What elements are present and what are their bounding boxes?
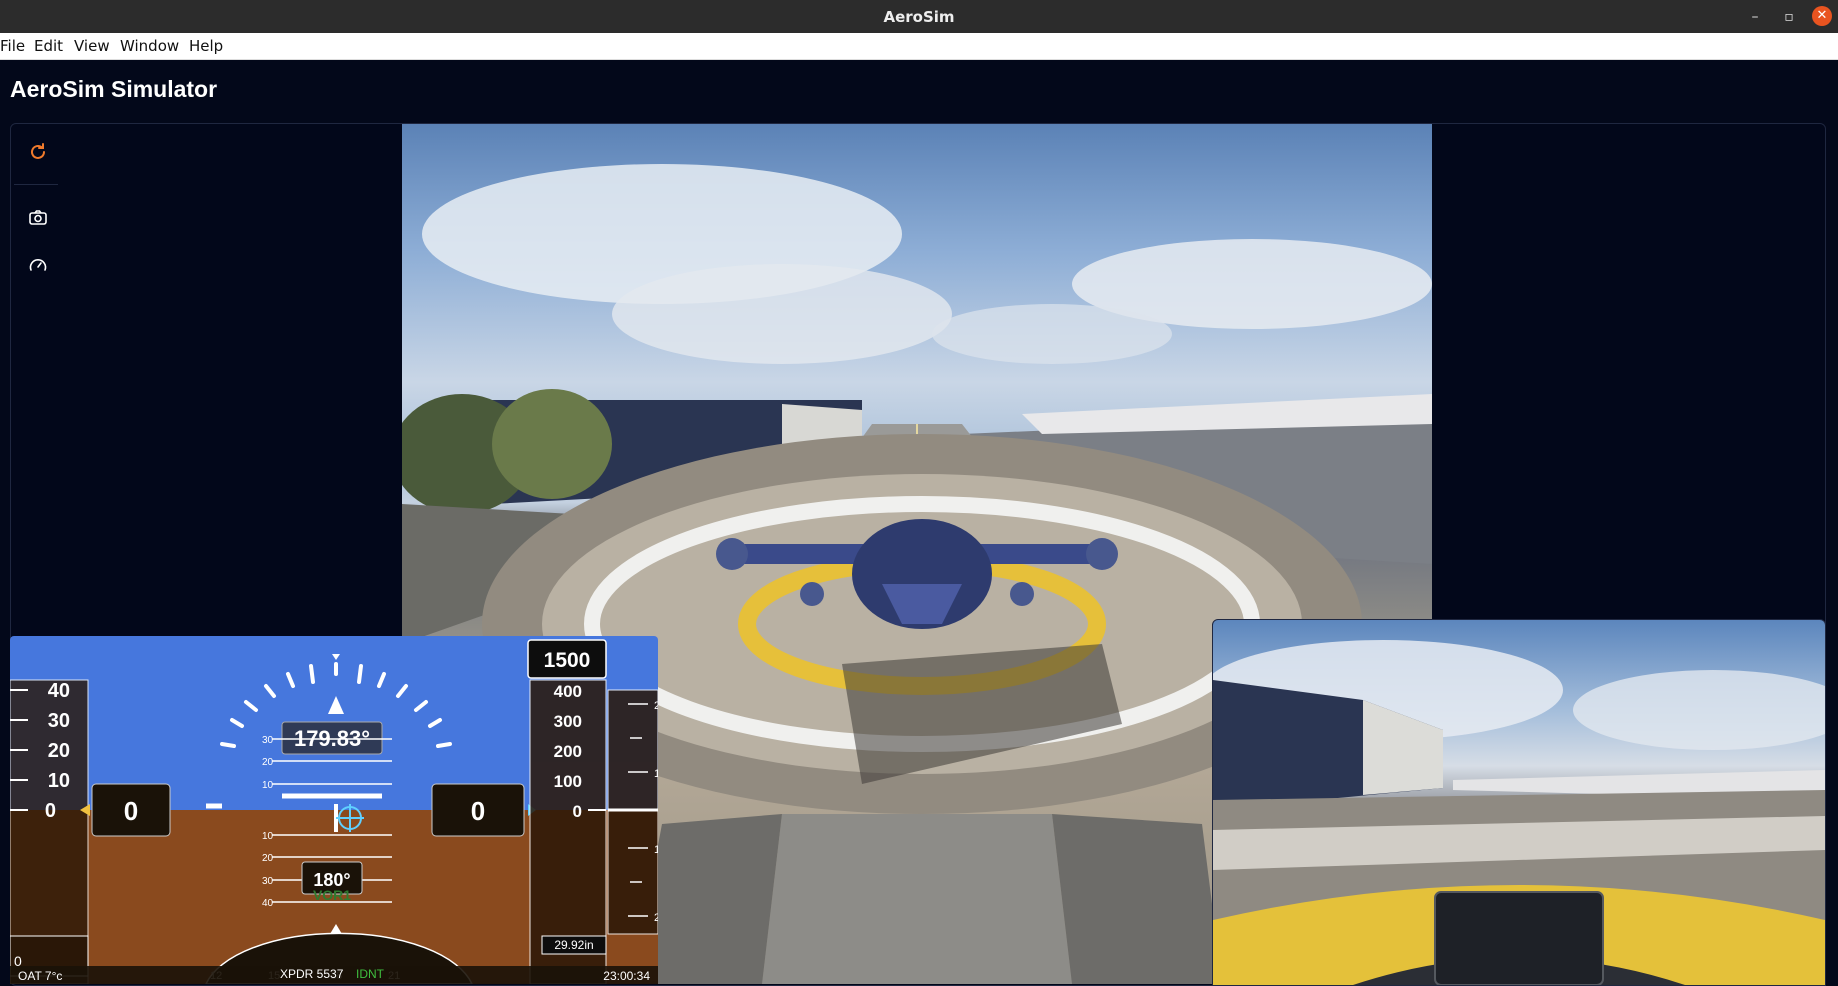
altitude-readout: 0 xyxy=(471,796,485,826)
app-title: AeroSim Simulator xyxy=(10,76,218,102)
pitch-down-30: 30 xyxy=(262,876,274,887)
menu-view[interactable]: View xyxy=(74,37,110,55)
window-title: AeroSim xyxy=(883,8,955,26)
airspeed-tape: 40 30 20 10 0 0 xyxy=(10,679,90,984)
speed-tick-30: 30 xyxy=(48,710,70,732)
alt-tick-400: 400 xyxy=(554,682,582,701)
sidebar-divider xyxy=(14,184,58,185)
gauge-icon xyxy=(29,259,47,271)
speed-tick-10: 10 xyxy=(48,770,70,792)
close-icon[interactable]: ✕ xyxy=(1812,6,1832,26)
refresh-button[interactable] xyxy=(24,138,52,166)
menu-bar: File Edit View Window Help xyxy=(0,33,1838,60)
primary-flight-display: 40 30 20 10 0 0 0 179.83° 30 20 10 10 20… xyxy=(10,636,658,984)
altitude-select: 1500 xyxy=(544,649,591,672)
alt-tick-100: 100 xyxy=(554,772,582,791)
vs-tick-1-up: 1 xyxy=(654,768,658,780)
vs-tick-2-up: 2 xyxy=(654,700,658,712)
menu-help[interactable]: Help xyxy=(189,37,223,55)
altitude-tape: 400 300 200 100 0 1500 29.92in xyxy=(527,639,607,984)
cockpit-render xyxy=(1213,640,1825,985)
minimize-icon[interactable]: – xyxy=(1744,6,1766,28)
vs-tick-1-down: 1 xyxy=(654,844,658,856)
vertical-speed-indicator: 2 1 1 2 xyxy=(607,689,658,935)
vs-tick-2-down: 2 xyxy=(654,912,658,924)
alt-tick-0: 0 xyxy=(573,802,582,821)
xpdr-readout: XPDR 5537 xyxy=(280,967,344,981)
alt-tick-200: 200 xyxy=(554,742,582,761)
gauge-button[interactable] xyxy=(24,251,52,279)
nav-source: VOR1 xyxy=(313,887,351,903)
pitch-down-20: 20 xyxy=(262,853,274,864)
oat-readout: OAT 7°c xyxy=(18,969,62,983)
menu-edit[interactable]: Edit xyxy=(34,37,63,55)
speed-tick-20: 20 xyxy=(48,740,70,762)
refresh-icon xyxy=(31,143,45,159)
speed-tick-40: 40 xyxy=(48,680,70,702)
cockpit-camera-view[interactable] xyxy=(1212,619,1826,986)
menu-window[interactable]: Window xyxy=(120,37,179,55)
speed-tick-0: 0 xyxy=(45,800,56,822)
menu-file[interactable]: File xyxy=(0,37,25,55)
window-titlebar: AeroSim – ▫ ✕ xyxy=(0,0,1838,33)
maximize-icon[interactable]: ▫ xyxy=(1778,6,1800,28)
ident-button[interactable]: IDNT xyxy=(356,967,385,981)
camera-icon xyxy=(29,210,47,225)
pitch-up-10: 10 xyxy=(262,780,274,791)
camera-button[interactable] xyxy=(24,203,52,231)
alt-tick-300: 300 xyxy=(554,712,582,731)
time-readout: 23:00:34 xyxy=(603,969,650,983)
pitch-up-30: 30 xyxy=(262,735,274,746)
baro-setting: 29.92in xyxy=(554,938,593,952)
pitch-down-40: 40 xyxy=(262,898,274,909)
pitch-down-10: 10 xyxy=(262,831,274,842)
pitch-up-20: 20 xyxy=(262,757,274,768)
airspeed-readout: 0 xyxy=(124,796,138,826)
